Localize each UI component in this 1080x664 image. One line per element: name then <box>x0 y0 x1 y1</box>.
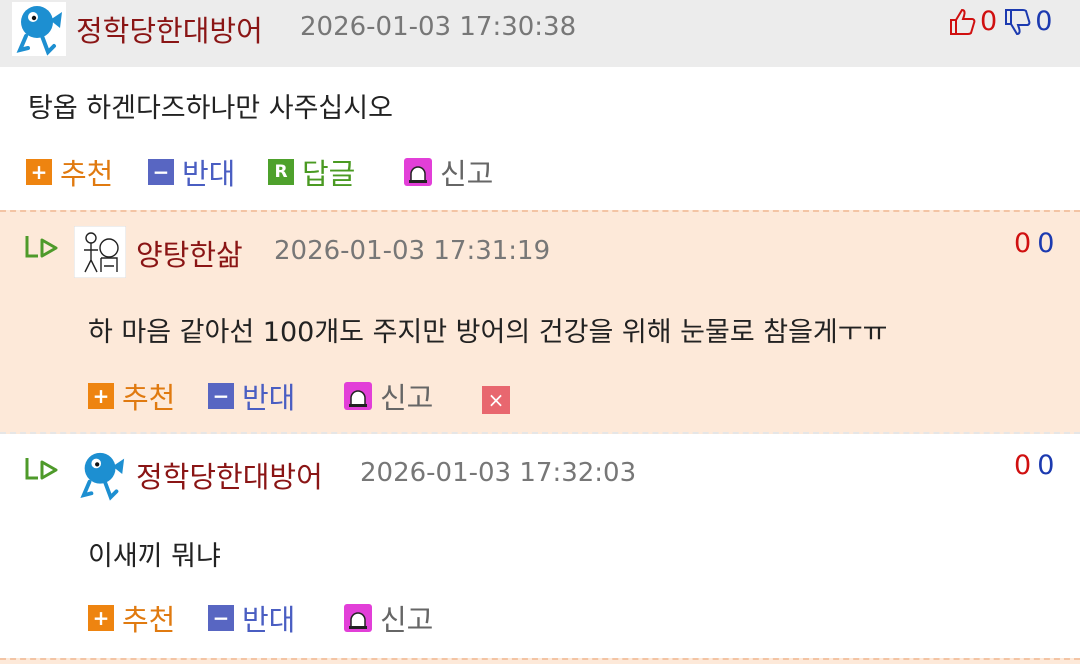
reply-r-icon: R <box>268 159 294 185</box>
vote-counts: 0 0 <box>948 6 1052 37</box>
plus-icon: + <box>88 605 114 631</box>
oppose-button[interactable]: − 반대 <box>208 600 296 637</box>
comment-3-reply: 정학당한대방어 2026-01-03 17:32:03 0 0 이새끼 뭐냐 +… <box>0 434 1080 664</box>
oppose-button[interactable]: − 반대 <box>148 154 236 191</box>
report-label: 신고 <box>380 381 434 415</box>
recommend-button[interactable]: + 추천 <box>88 378 176 415</box>
minus-icon: − <box>148 159 174 185</box>
downvote-count: 0 <box>1037 450 1055 481</box>
reply-label: 답글 <box>302 157 356 191</box>
comment-nickname[interactable]: 양탕한삶 <box>136 232 243 274</box>
downvote-count: 0 <box>1035 6 1053 37</box>
minus-icon: − <box>208 605 234 631</box>
comment-nickname[interactable]: 정학당한대방어 <box>136 454 323 496</box>
comment-timestamp: 2026-01-03 17:32:03 <box>360 458 637 488</box>
oppose-label: 반대 <box>242 381 296 415</box>
upvote-count: 0 <box>1014 228 1032 259</box>
downvote-count: 0 <box>1037 228 1055 259</box>
plus-icon: + <box>88 383 114 409</box>
comment-timestamp: 2026-01-03 17:31:19 <box>274 236 551 266</box>
recommend-label: 추천 <box>122 381 176 415</box>
comment-2-reply: 양탕한삶 2026-01-03 17:31:19 0 0 하 마음 같아선 10… <box>0 210 1080 434</box>
recommend-button[interactable]: + 추천 <box>26 154 114 191</box>
report-label: 신고 <box>440 157 494 191</box>
vote-counts: 0 0 <box>1014 450 1054 481</box>
reply-arrow-icon <box>25 236 58 258</box>
avatar[interactable] <box>12 2 66 56</box>
delete-button[interactable]: × <box>482 386 510 414</box>
next-comment-edge <box>0 658 1080 664</box>
reply-button[interactable]: R 답글 <box>268 154 356 191</box>
siren-icon <box>404 158 432 186</box>
comment-text: 하 마음 같아선 100개도 주지만 방어의 건강을 위해 눈물로 참을게ㅜㅠ <box>88 317 888 348</box>
sketch-figure-avatar-icon <box>73 225 127 279</box>
oppose-label: 반대 <box>182 157 236 191</box>
oppose-label: 반대 <box>242 603 296 637</box>
recommend-label: 추천 <box>60 157 114 191</box>
vote-counts: 0 0 <box>1014 228 1054 259</box>
report-button[interactable]: 신고 <box>344 378 434 415</box>
siren-icon <box>344 382 372 410</box>
report-button[interactable]: 신고 <box>344 600 434 637</box>
recommend-button[interactable]: + 추천 <box>88 600 176 637</box>
avatar[interactable] <box>76 448 128 502</box>
blue-fish-avatar-icon <box>12 2 66 56</box>
report-button[interactable]: 신고 <box>404 154 494 191</box>
upvote-count: 0 <box>1014 450 1032 481</box>
blue-fish-avatar-icon <box>80 452 125 501</box>
recommend-label: 추천 <box>122 603 176 637</box>
comment-nickname[interactable]: 정학당한대방어 <box>76 8 263 50</box>
plus-icon: + <box>26 159 52 185</box>
thumbs-down-icon[interactable] <box>1003 7 1031 37</box>
comment-text: 이새끼 뭐냐 <box>88 541 221 572</box>
comment-1: 정학당한대방어 2026-01-03 17:30:38 0 0 탕옵 하겐다즈하… <box>0 0 1080 210</box>
thumbs-up-icon[interactable] <box>948 7 976 37</box>
upvote-count: 0 <box>980 6 998 37</box>
minus-icon: − <box>208 383 234 409</box>
report-label: 신고 <box>380 603 434 637</box>
siren-icon <box>344 604 372 632</box>
comment-text: 탕옵 하겐다즈하나만 사주십시오 <box>28 93 393 124</box>
avatar[interactable] <box>73 225 127 279</box>
oppose-button[interactable]: − 반대 <box>208 378 296 415</box>
comment-timestamp: 2026-01-03 17:30:38 <box>300 12 577 42</box>
reply-arrow-icon <box>25 458 58 480</box>
